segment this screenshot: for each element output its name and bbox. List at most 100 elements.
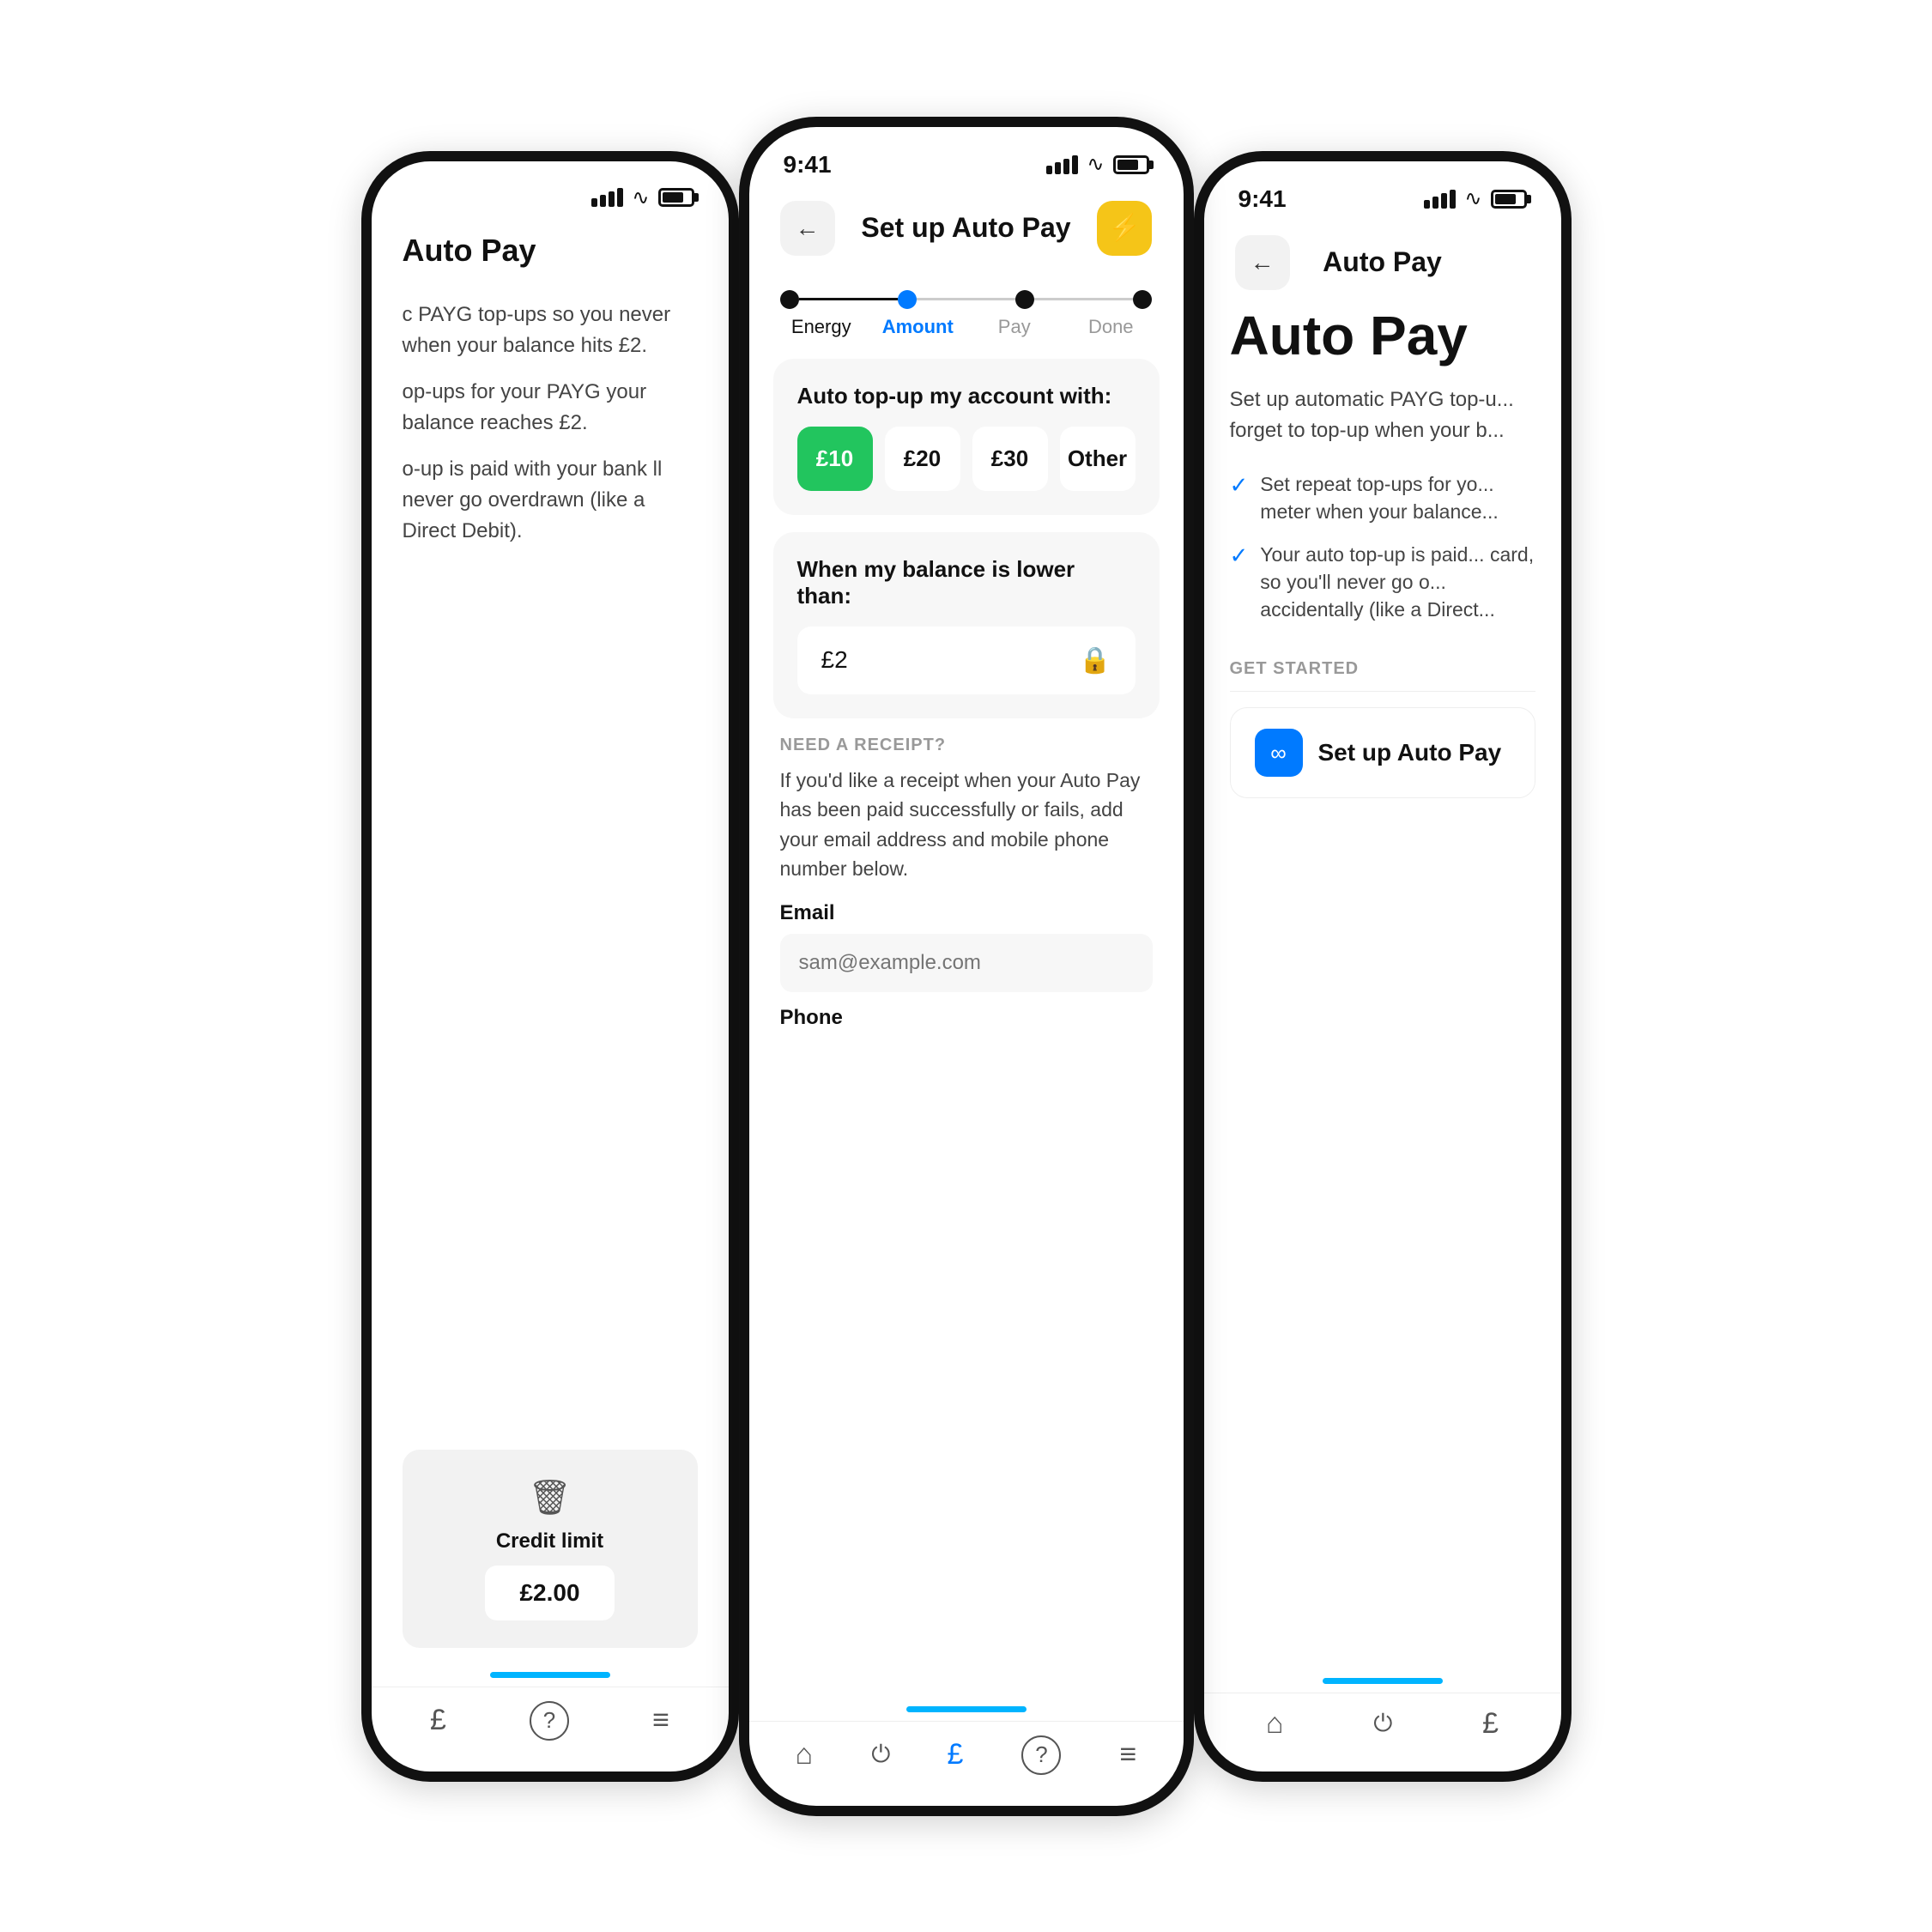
- left-page-title: Auto Pay: [403, 233, 536, 268]
- lock-icon: 🔒: [1079, 645, 1111, 675]
- nav-icon-currency[interactable]: £: [430, 1704, 446, 1737]
- step-line-3: [1034, 298, 1133, 300]
- setup-btn-icon: ∞: [1255, 729, 1303, 777]
- center-nav-help[interactable]: ?: [1021, 1735, 1061, 1775]
- balance-card-title: When my balance is lower than:: [797, 556, 1136, 609]
- receipt-section: NEED A RECEIPT? If you'd like a receipt …: [773, 736, 1160, 1044]
- step-dot-2: [898, 290, 917, 309]
- step-dot-3: [1015, 290, 1034, 309]
- amount-btn-30[interactable]: £30: [972, 427, 1048, 491]
- center-nav-home[interactable]: ⌂: [796, 1738, 814, 1772]
- right-status-icons: ∿: [1424, 186, 1526, 211]
- right-wifi-icon: ∿: [1464, 186, 1481, 211]
- left-status-icons: ∿: [591, 185, 693, 210]
- wifi-icon: ∿: [632, 185, 649, 210]
- center-nav-currency[interactable]: £: [947, 1738, 963, 1772]
- check-text-1: Set repeat top-ups for yo... meter when …: [1260, 470, 1535, 525]
- step-line-1: [799, 298, 898, 300]
- right-nav-activity[interactable]: ⏻: [1373, 1710, 1392, 1738]
- amount-btn-10[interactable]: £10: [797, 427, 873, 491]
- step-dot-4: [1133, 290, 1152, 309]
- step-label-energy: Energy: [773, 316, 870, 338]
- right-top-nav: ← Auto Pay: [1204, 221, 1561, 304]
- balance-input-row: £2 🔒: [797, 627, 1136, 694]
- center-nav-activity[interactable]: ⏻: [871, 1741, 888, 1769]
- step-label-pay: Pay: [966, 316, 1063, 338]
- auto-pay-title: Auto Pay: [1230, 304, 1535, 367]
- right-nav-title: Auto Pay: [1323, 246, 1442, 278]
- amount-card: Auto top-up my account with: £10 £20 £30…: [773, 359, 1160, 515]
- center-time: 9:41: [784, 151, 832, 179]
- balance-card: When my balance is lower than: £2 🔒: [773, 532, 1160, 718]
- center-battery-icon: [1113, 155, 1149, 174]
- right-signal-icon: [1424, 190, 1456, 209]
- amount-card-title: Auto top-up my account with:: [797, 383, 1136, 409]
- email-input[interactable]: [780, 934, 1153, 992]
- stepper: [749, 270, 1184, 309]
- check-item-2: ✓ Your auto top-up is paid... card, so y…: [1230, 541, 1535, 624]
- phone-label: Phone: [780, 1006, 1153, 1030]
- balance-value: £2: [821, 646, 848, 674]
- infinity-icon: ∞: [1270, 740, 1287, 766]
- left-header: Auto Pay: [372, 219, 729, 282]
- right-bottom-nav: ⌂ ⏻ £: [1204, 1693, 1561, 1772]
- check-item-1: ✓ Set repeat top-ups for yo... meter whe…: [1230, 470, 1535, 525]
- center-wifi-icon: ∿: [1087, 152, 1104, 177]
- action-button[interactable]: ⚡: [1097, 201, 1152, 256]
- center-nav-title: Set up Auto Pay: [861, 212, 1070, 244]
- battery-icon: [658, 188, 694, 207]
- right-nav-currency[interactable]: £: [1482, 1707, 1499, 1741]
- center-status-bar: 9:41 ∿: [749, 127, 1184, 187]
- setup-auto-pay-button[interactable]: ∞ Set up Auto Pay: [1230, 707, 1535, 798]
- nav-icon-menu[interactable]: ≡: [652, 1704, 669, 1737]
- center-nav-menu[interactable]: ≡: [1120, 1738, 1137, 1772]
- signal-icon: [591, 188, 623, 207]
- left-desc-2: op-ups for your PAYG your balance reache…: [403, 377, 698, 439]
- email-label: Email: [780, 901, 1153, 925]
- amount-btn-20[interactable]: £20: [885, 427, 960, 491]
- setup-btn-text: Set up Auto Pay: [1318, 739, 1502, 766]
- phone-right: 9:41 ∿ ← Auto Pay: [1194, 151, 1572, 1782]
- check-text-2: Your auto top-up is paid... card, so you…: [1260, 541, 1535, 624]
- right-time: 9:41: [1239, 185, 1287, 213]
- center-signal-icon: [1046, 155, 1078, 174]
- step-label-amount: Amount: [869, 316, 966, 338]
- left-bottom-nav: £ ? ≡: [372, 1687, 729, 1772]
- right-back-arrow-icon: ←: [1251, 249, 1275, 276]
- left-desc-1: c PAYG top-ups so you never when your ba…: [403, 300, 698, 361]
- email-input-group: Email: [780, 901, 1153, 992]
- amount-btn-other[interactable]: Other: [1060, 427, 1136, 491]
- right-status-bar: 9:41 ∿: [1204, 161, 1561, 221]
- delete-icon: 🗑: [528, 1477, 572, 1517]
- step-line-2: [917, 298, 1015, 300]
- right-content: Auto Pay Set up automatic PAYG top-u... …: [1204, 304, 1561, 1678]
- back-arrow-icon: ←: [796, 215, 820, 242]
- amount-options: £10 £20 £30 Other: [797, 427, 1136, 491]
- phone-left: ∿ Auto Pay c PAYG top-ups so you never w…: [361, 151, 739, 1782]
- center-top-nav: ← Set up Auto Pay ⚡: [749, 187, 1184, 270]
- receipt-description: If you'd like a receipt when your Auto P…: [780, 766, 1153, 884]
- right-back-button[interactable]: ←: [1235, 235, 1290, 290]
- center-status-icons: ∿: [1046, 152, 1148, 177]
- check-icon-2: ✓: [1230, 542, 1249, 569]
- center-content: Auto top-up my account with: £10 £20 £30…: [749, 338, 1184, 1706]
- nav-icon-help[interactable]: ?: [530, 1701, 569, 1741]
- credit-label: Credit limit: [496, 1529, 603, 1553]
- phone-center: 9:41 ∿ ← Set up Auto Pay ⚡: [739, 117, 1194, 1816]
- stepper-labels: Energy Amount Pay Done: [749, 309, 1184, 338]
- check-icon-1: ✓: [1230, 472, 1249, 499]
- lightning-icon: ⚡: [1109, 213, 1141, 243]
- right-battery-icon: [1491, 190, 1527, 209]
- center-bottom-nav: ⌂ ⏻ £ ? ≡: [749, 1721, 1184, 1806]
- right-nav-home[interactable]: ⌂: [1266, 1707, 1284, 1741]
- step-label-done: Done: [1063, 316, 1160, 338]
- left-body: c PAYG top-ups so you never when your ba…: [372, 282, 729, 1432]
- left-phone-content: Auto Pay c PAYG top-ups so you never whe…: [372, 219, 729, 1665]
- auto-pay-description: Set up automatic PAYG top-u... forget to…: [1230, 385, 1535, 446]
- phone-input-group: Phone: [780, 1006, 1153, 1030]
- get-started-label: GET STARTED: [1230, 659, 1535, 679]
- back-button[interactable]: ←: [780, 201, 835, 256]
- left-desc-3: o-up is paid with your bank ll never go …: [403, 454, 698, 547]
- left-status-bar: ∿: [372, 161, 729, 219]
- receipt-label: NEED A RECEIPT?: [780, 736, 1153, 755]
